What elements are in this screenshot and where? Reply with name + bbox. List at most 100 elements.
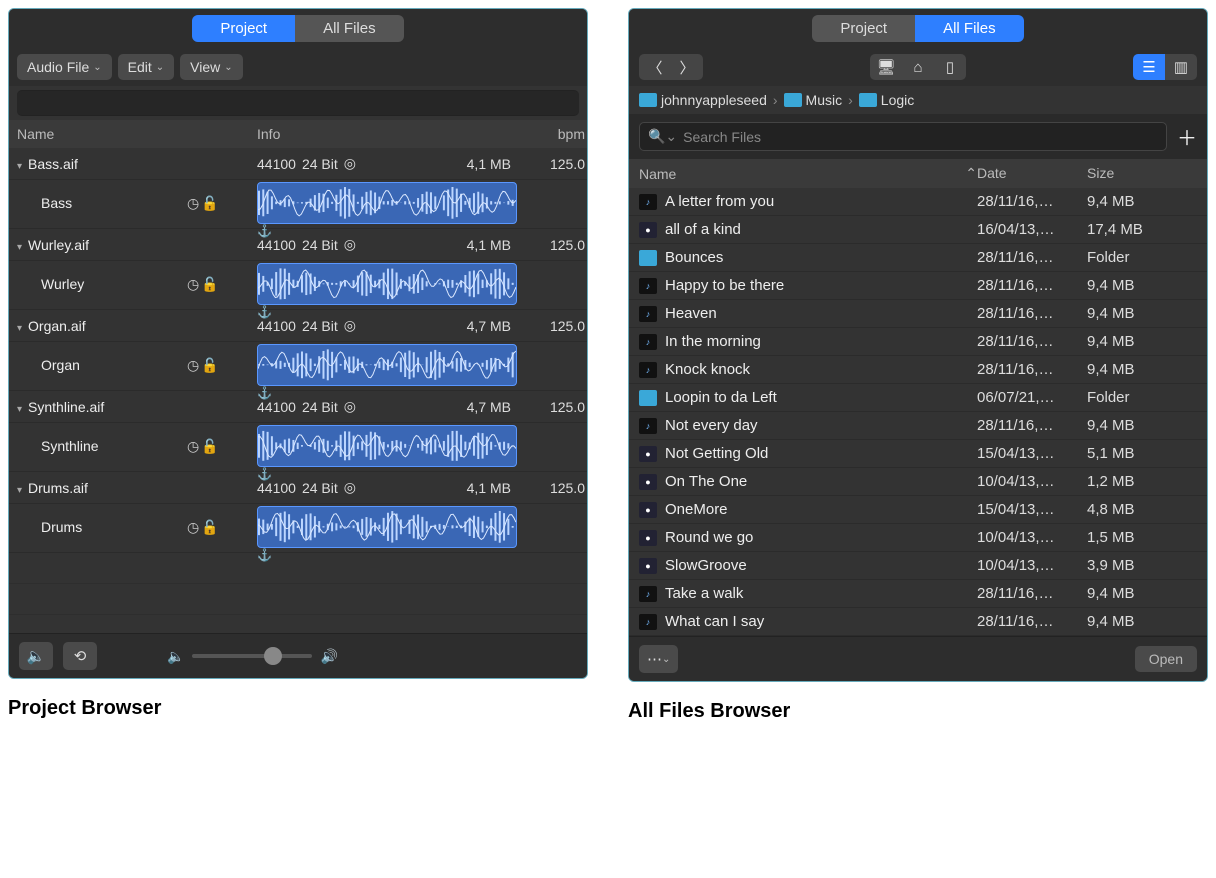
file-icon: ♪	[639, 278, 657, 294]
file-row[interactable]: ▾Synthline.aif 4410024 Bit◎ 4,7 MB 125.0	[9, 391, 587, 423]
back-button[interactable]: 〈	[639, 54, 671, 80]
file-row[interactable]: ♪What can I say 28/11/16,… 9,4 MB	[629, 608, 1207, 636]
file-date: 10/04/13,…	[977, 473, 1087, 490]
preview-speaker-button[interactable]: 🔈	[19, 642, 53, 670]
file-date: 16/04/13,…	[977, 221, 1087, 238]
region-name: Drums	[17, 519, 187, 535]
file-date: 15/04/13,…	[977, 501, 1087, 518]
file-row[interactable]: ♪Not every day 28/11/16,… 9,4 MB	[629, 412, 1207, 440]
file-icon: ♪	[639, 614, 657, 630]
col-bpm[interactable]: bpm	[517, 126, 588, 142]
breadcrumb-item[interactable]: Music	[784, 92, 843, 108]
file-row[interactable]: ●all of a kind 16/04/13,… 17,4 MB	[629, 216, 1207, 244]
file-row[interactable]: ♪Heaven 28/11/16,… 9,4 MB	[629, 300, 1207, 328]
file-row[interactable]: ▾Wurley.aif 4410024 Bit◎ 4,1 MB 125.0	[9, 229, 587, 261]
computer-button[interactable]: 🖥	[870, 54, 902, 80]
file-row[interactable]: ●On The One 10/04/13,… 1,2 MB	[629, 468, 1207, 496]
file-name: Synthline.aif	[28, 399, 104, 415]
disclosure-triangle-icon[interactable]: ▾	[17, 242, 22, 253]
add-button[interactable]: ＋	[1177, 122, 1197, 151]
file-name: A letter from you	[665, 193, 774, 210]
home-button[interactable]: ⌂	[902, 54, 934, 80]
file-bpm: 125.0	[517, 156, 588, 172]
file-name: all of a kind	[665, 221, 741, 238]
forward-button[interactable]: 〉	[671, 54, 703, 80]
file-name: Round we go	[665, 529, 753, 546]
tab-allfiles[interactable]: All Files	[915, 15, 1024, 42]
breadcrumb-item[interactable]: Logic	[859, 92, 914, 108]
file-row[interactable]: Bounces 28/11/16,… Folder	[629, 244, 1207, 272]
file-row[interactable]: Loopin to da Left 06/07/21,… Folder	[629, 384, 1207, 412]
waveform[interactable]	[257, 425, 517, 467]
volume-high-icon: 🔊	[320, 648, 337, 665]
file-icon: ♪	[639, 334, 657, 350]
region-name: Organ	[17, 357, 187, 373]
display-icon: 🖥	[876, 58, 895, 76]
file-row[interactable]: ●SlowGroove 10/04/13,… 3,9 MB	[629, 552, 1207, 580]
column-view-button[interactable]: ▥	[1165, 54, 1197, 80]
file-name: In the morning	[665, 333, 761, 350]
file-row[interactable]: ♪Take a walk 28/11/16,… 9,4 MB	[629, 580, 1207, 608]
breadcrumb-item[interactable]: johnnyappleseed	[639, 92, 767, 108]
file-row[interactable]: ♪Knock knock 28/11/16,… 9,4 MB	[629, 356, 1207, 384]
waveform[interactable]	[257, 344, 517, 386]
info-bar	[17, 90, 579, 116]
chevron-down-icon: ⌄	[662, 654, 670, 665]
file-name: Bounces	[665, 249, 723, 266]
file-icon: ♪	[639, 194, 657, 210]
region-row[interactable]: Organ ◷🔓 ⚓	[9, 342, 587, 391]
region-row[interactable]: Wurley ◷🔓 ⚓	[9, 261, 587, 310]
waveform[interactable]	[257, 263, 517, 305]
disclosure-triangle-icon[interactable]: ▾	[17, 404, 22, 415]
tab-project[interactable]: Project	[192, 15, 295, 42]
file-date: 15/04/13,…	[977, 445, 1087, 462]
col-info[interactable]: Info	[257, 126, 517, 142]
waveform[interactable]	[257, 182, 517, 224]
disclosure-triangle-icon[interactable]: ▾	[17, 323, 22, 334]
region-row[interactable]: Synthline ◷🔓 ⚓	[9, 423, 587, 472]
edit-menu[interactable]: Edit⌄	[118, 54, 175, 80]
file-info: 4410024 Bit◎ 4,7 MB	[257, 317, 517, 334]
file-size: 9,4 MB	[1087, 193, 1197, 210]
audio-file-menu[interactable]: Audio File⌄	[17, 54, 112, 80]
file-info: 4410024 Bit◎ 4,1 MB	[257, 155, 517, 172]
waveform[interactable]	[257, 506, 517, 548]
file-size: 5,1 MB	[1087, 445, 1197, 462]
file-name: Bass.aif	[28, 156, 78, 172]
file-row[interactable]: ♪A letter from you 28/11/16,… 9,4 MB	[629, 188, 1207, 216]
file-size: 9,4 MB	[1087, 333, 1197, 350]
open-button[interactable]: Open	[1135, 646, 1197, 672]
action-menu-button[interactable]: ⋯⌄	[639, 645, 678, 673]
file-row[interactable]: ▾Organ.aif 4410024 Bit◎ 4,7 MB 125.0	[9, 310, 587, 342]
file-row[interactable]: ♪In the morning 28/11/16,… 9,4 MB	[629, 328, 1207, 356]
region-row[interactable]: Drums ◷🔓 ⚓	[9, 504, 587, 553]
file-row[interactable]: ●Not Getting Old 15/04/13,… 5,1 MB	[629, 440, 1207, 468]
file-size: 3,9 MB	[1087, 557, 1197, 574]
file-icon: ●	[639, 446, 657, 462]
col-name[interactable]: Name⌃	[639, 165, 977, 182]
file-size: 4,8 MB	[1087, 501, 1197, 518]
lock-icon: 🔓	[201, 357, 218, 374]
disclosure-triangle-icon[interactable]: ▾	[17, 485, 22, 496]
region-row[interactable]: Bass ◷🔓 ⚓	[9, 180, 587, 229]
file-row[interactable]: ♪Happy to be there 28/11/16,… 9,4 MB	[629, 272, 1207, 300]
search-field[interactable]: 🔍⌄ Search Files	[639, 122, 1167, 151]
file-row[interactable]: ▾ Bass.aif 4410024 Bit◎ 4,1 MB 125.0	[9, 148, 587, 180]
file-row[interactable]: ▾Drums.aif 4410024 Bit◎ 4,1 MB 125.0	[9, 472, 587, 504]
file-row[interactable]: ●OneMore 15/04/13,… 4,8 MB	[629, 496, 1207, 524]
disclosure-triangle-icon[interactable]: ▾	[17, 161, 22, 172]
col-name[interactable]: Name	[17, 126, 187, 142]
col-date[interactable]: Date	[977, 165, 1087, 182]
col-size[interactable]: Size	[1087, 165, 1197, 182]
view-menu[interactable]: View⌄	[180, 54, 242, 80]
volume-slider[interactable]	[192, 654, 312, 658]
file-size: 9,4 MB	[1087, 361, 1197, 378]
file-date: 28/11/16,…	[977, 305, 1087, 322]
loop-button[interactable]: ⟲	[63, 642, 97, 670]
file-icon: ●	[639, 222, 657, 238]
tab-project[interactable]: Project	[812, 15, 915, 42]
file-row[interactable]: ●Round we go 10/04/13,… 1,5 MB	[629, 524, 1207, 552]
tab-allfiles[interactable]: All Files	[295, 15, 404, 42]
project-folder-button[interactable]: ▯	[934, 54, 966, 80]
list-view-button[interactable]: ☰	[1133, 54, 1165, 80]
